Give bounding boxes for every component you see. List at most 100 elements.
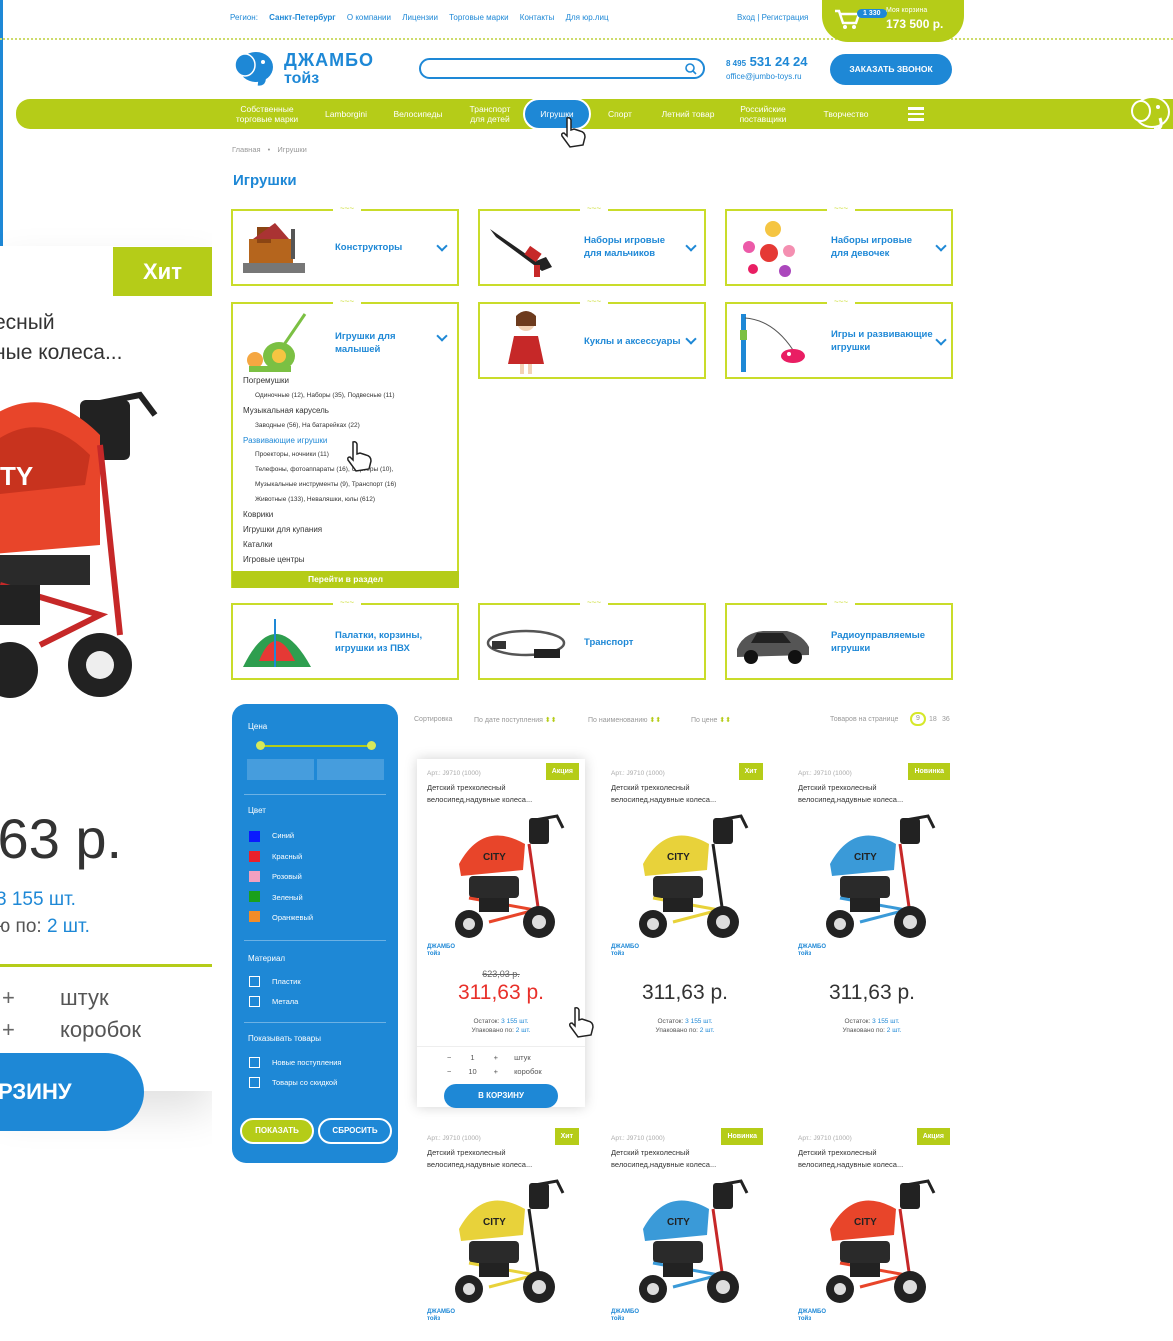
submenu-subitem[interactable]: Музыкальные инструменты (9), Транспорт (… [255,481,396,488]
product-card[interactable]: Арт.: J9710 (1000) Хит Детский трехколес… [601,759,769,1099]
material-checkbox-metal[interactable] [249,996,260,1007]
show-checkbox-discount[interactable] [249,1077,260,1088]
product-name[interactable]: Детский трехколесный велосипед,надувные … [427,1147,577,1171]
per-page-option[interactable]: 18 [929,716,937,723]
phone-number[interactable]: 8 495 531 24 24 [726,54,808,69]
color-label[interactable]: Розовый [272,872,302,881]
qty-minus-button[interactable]: − [447,1067,451,1076]
product-name[interactable]: Детский трехколесный велосипед,надувные … [427,782,577,806]
product-image[interactable]: CITY [623,1179,749,1314]
product-card[interactable]: Арт.: J9710 (1000) Акция Детский трехкол… [417,759,585,1108]
email-link[interactable]: office@jumbo-toys.ru [726,72,802,81]
qty-boxes-input[interactable]: 10 [453,1067,491,1076]
submenu-subitem[interactable]: Одиночные (12), Наборы (35), Подвесные (… [255,392,395,399]
color-swatch-orange[interactable] [249,911,260,922]
submenu-subitem[interactable]: Заводные (56), На батарейках (22) [255,422,360,429]
product-image[interactable]: CITY [810,1179,936,1314]
show-checkbox-new[interactable] [249,1057,260,1068]
search-icon[interactable] [685,63,697,75]
submenu-item[interactable]: Каталки [243,540,273,549]
price-slider-max-handle[interactable] [367,741,376,750]
category-card-games[interactable]: ~~~ Игры и развивающие игрушки [725,298,953,379]
nav-item-bicycles[interactable]: Велосипеды [388,99,448,129]
material-label[interactable]: Пластик [272,977,301,986]
nav-item-sport[interactable]: Спорт [600,99,640,129]
zoom-plus-icon[interactable]: + [2,1014,60,1046]
chevron-down-icon[interactable] [436,240,448,252]
chevron-down-icon[interactable] [935,240,947,252]
product-name[interactable]: Детский трехколесный велосипед,надувные … [611,1147,761,1171]
qty-plus-button[interactable]: + [494,1053,498,1062]
top-link-contacts[interactable]: Контакты [520,13,555,22]
qty-units-input[interactable]: 1 [453,1053,491,1062]
product-card[interactable]: Арт.: J9710 (1000) Новинка Детский трехк… [601,1124,769,1341]
top-link-legal[interactable]: Для юр.лиц [566,13,609,22]
submenu-subitem[interactable]: Проекторы, ночники (11) [255,451,329,458]
add-to-cart-button[interactable]: В КОРЗИНУ [444,1084,558,1108]
color-label[interactable]: Синий [272,831,294,840]
zoom-cart-button[interactable]: РЗИНУ [0,1053,144,1131]
nav-item-summer[interactable]: Летний товар [655,99,721,129]
chevron-down-icon[interactable] [685,333,697,345]
product-image[interactable]: CITY [623,814,749,949]
color-label[interactable]: Красный [272,852,302,861]
top-link-about[interactable]: О компании [347,13,391,22]
product-name[interactable]: Детский трехколесный велосипед,надувные … [798,782,948,806]
show-option-label[interactable]: Товары со скидкой [272,1078,337,1087]
sort-by-date[interactable]: По дате поступления ⬍⬍ [474,716,557,724]
per-page-option[interactable]: 36 [942,716,950,723]
filter-apply-button[interactable]: ПОКАЗАТЬ [240,1118,314,1144]
color-swatch-red[interactable] [249,851,260,862]
price-slider-min-handle[interactable] [256,741,265,750]
submenu-item-active[interactable]: Развивающие игрушки [243,436,327,445]
color-swatch-green[interactable] [249,891,260,902]
material-checkbox-plastic[interactable] [249,976,260,987]
price-min-input[interactable] [247,759,314,780]
qty-plus-button[interactable]: + [494,1067,498,1076]
product-card[interactable]: Арт.: J9710 (1000) Акция Детский трехкол… [788,1124,956,1341]
category-card-boys-sets[interactable]: ~~~ Наборы игровые для мальчиков [478,205,706,286]
sort-by-name[interactable]: По наименованию ⬍⬍ [588,716,661,724]
price-max-input[interactable] [317,759,384,780]
submenu-item[interactable]: Коврики [243,510,273,519]
sort-by-price[interactable]: По цене ⬍⬍ [691,716,731,724]
category-card-tents[interactable]: ~~~ Палатки, корзины, игрушки из ПВХ [231,599,459,680]
show-option-label[interactable]: Новые поступления [272,1058,341,1067]
search-input[interactable] [419,58,705,79]
nav-item-own-brands[interactable]: Собственные торговые марки [232,99,302,129]
submenu-item[interactable]: Игровые центры [243,555,304,564]
chevron-down-icon[interactable] [685,240,697,252]
product-card[interactable]: Арт.: J9710 (1000) Хит Детский трехколес… [417,1124,585,1341]
product-name[interactable]: Детский трехколесный велосипед,надувные … [611,782,761,806]
submenu-item[interactable]: Игрушки для купания [243,525,322,534]
region-selector[interactable]: Регион: Санкт-Петербург [230,13,336,22]
filter-reset-button[interactable]: СБРОСИТЬ [318,1118,392,1144]
qty-minus-button[interactable]: − [447,1053,451,1062]
breadcrumb-home[interactable]: Главная [232,145,261,154]
submenu-item[interactable]: Музыкальная карусель [243,406,329,415]
category-card-rc-toys[interactable]: ~~~ Радиоуправляемые игрушки [725,599,953,680]
product-image[interactable]: CITY [810,814,936,949]
color-label[interactable]: Оранжевый [272,913,313,922]
top-link-brands[interactable]: Торговые марки [449,13,508,22]
top-link-licenses[interactable]: Лицензии [402,13,438,22]
price-slider-track[interactable] [260,745,372,747]
category-card-constructors[interactable]: ~~~ Конструкторы [231,205,459,286]
nav-item-transport[interactable]: Транспорт для детей [462,99,518,129]
color-label[interactable]: Зеленый [272,893,303,902]
nav-item-russian[interactable]: Российские поставщики [733,99,793,129]
category-card-dolls[interactable]: ~~~ Куклы и аксессуары [478,298,706,379]
menu-icon[interactable] [908,107,924,121]
callback-button[interactable]: ЗАКАЗАТЬ ЗВОНОК [830,54,952,85]
product-card[interactable]: Арт.: J9710 (1000) Новинка Детский трехк… [788,759,956,1099]
submenu-subitem[interactable]: Животные (133), Неваляшки, юлы (612) [255,496,375,503]
auth-links[interactable]: Вход | Регистрация [737,13,808,22]
zoom-plus-icon[interactable]: + [2,982,60,1014]
submenu-item[interactable]: Погремушки [243,376,289,385]
go-to-section-button[interactable]: Перейти в раздел [232,571,459,588]
color-swatch-pink[interactable] [249,871,260,882]
material-label[interactable]: Метала [272,997,298,1006]
chevron-down-icon[interactable] [436,330,448,342]
category-card-girls-sets[interactable]: ~~~ Наборы игровые для девочек [725,205,953,286]
chevron-down-icon[interactable] [935,334,947,346]
